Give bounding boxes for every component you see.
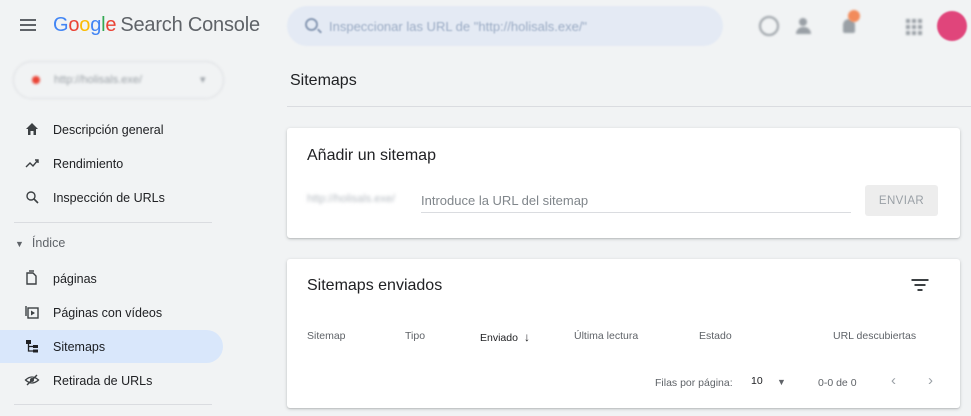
chevron-down-icon: ▾ xyxy=(200,74,206,86)
removals-icon xyxy=(24,374,40,386)
sidebar-item-pages[interactable]: páginas xyxy=(0,262,223,295)
notification-badge xyxy=(848,10,860,22)
column-header-submitted[interactable]: Enviado ↓ xyxy=(480,330,530,344)
submitted-sitemaps-card: Sitemaps enviados Sitemap Tipo Enviado ↓ … xyxy=(287,259,960,408)
sidebar-item-overview[interactable]: Descripción general xyxy=(0,113,223,146)
sidebar-section-index[interactable]: ▼ Índice xyxy=(15,236,65,250)
rows-per-page-label: Filas por página: xyxy=(655,377,733,389)
home-icon xyxy=(26,123,38,135)
trending-icon xyxy=(25,159,39,168)
property-selector[interactable]: http://holisals.exe/ ▾ xyxy=(13,61,224,99)
column-header-discovered-urls[interactable]: URL descubiertas xyxy=(833,330,916,342)
add-sitemap-title: Añadir un sitemap xyxy=(307,147,436,164)
search-icon xyxy=(305,18,318,31)
sidebar-item-label: páginas xyxy=(53,271,97,286)
sitemap-icon xyxy=(26,340,38,353)
caret-down-icon: ▼ xyxy=(15,239,24,249)
sidebar-divider xyxy=(14,222,212,223)
rows-per-page-select[interactable]: 10 xyxy=(751,375,763,387)
logo-letter: G xyxy=(53,14,69,36)
title-divider xyxy=(287,106,971,107)
sidebar-item-video-pages[interactable]: Páginas con vídeos xyxy=(0,296,223,329)
sidebar-divider xyxy=(14,404,212,405)
pages-icon xyxy=(26,270,37,285)
sidebar-item-label: Rendimiento xyxy=(53,156,124,171)
sitemap-url-input[interactable] xyxy=(421,189,851,213)
column-header-sitemap[interactable]: Sitemap xyxy=(307,330,346,342)
video-pages-icon xyxy=(25,306,39,319)
filter-icon[interactable] xyxy=(911,279,928,291)
submit-sitemap-button[interactable]: ENVIAR xyxy=(865,185,938,216)
column-header-status[interactable]: Estado xyxy=(699,330,732,342)
search-icon xyxy=(26,191,39,204)
sidebar-item-label: Páginas con vídeos xyxy=(53,305,163,320)
sidebar-item-removals[interactable]: Retirada de URLs xyxy=(0,364,223,397)
page-title: Sitemaps xyxy=(290,72,357,89)
avatar[interactable] xyxy=(937,11,967,41)
submitted-sitemaps-title: Sitemaps enviados xyxy=(307,277,443,294)
top-bar: Google Search Console xyxy=(0,0,971,52)
sidebar-item-performance[interactable]: Rendimiento xyxy=(0,147,223,180)
people-icon[interactable] xyxy=(794,16,814,36)
sitemap-url-prefix: http://holisals.exe/ xyxy=(307,193,396,205)
help-icon[interactable] xyxy=(759,16,779,36)
property-url: http://holisals.exe/ xyxy=(54,74,143,86)
logo-letter: o xyxy=(79,14,91,36)
column-header-label: Enviado xyxy=(480,332,518,344)
column-header-type[interactable]: Tipo xyxy=(405,330,425,342)
sidebar-item-label: Descripción general xyxy=(53,122,164,137)
logo-letter: g xyxy=(90,14,102,36)
property-favicon-icon xyxy=(32,76,40,84)
sidebar-item-sitemaps[interactable]: Sitemaps xyxy=(0,330,223,363)
search-bar[interactable] xyxy=(287,6,723,46)
app-logo[interactable]: Google Search Console xyxy=(53,14,260,37)
caret-down-icon[interactable]: ▼ xyxy=(777,377,786,387)
chevron-left-icon[interactable]: ‹ xyxy=(891,372,896,389)
sidebar-item-label: Retirada de URLs xyxy=(53,373,153,388)
arrow-down-icon: ↓ xyxy=(523,330,530,344)
logo-letter: e xyxy=(105,14,117,36)
sidebar-item-label: Sitemaps xyxy=(53,339,106,354)
add-sitemap-card: Añadir un sitemap http://holisals.exe/ E… xyxy=(287,128,960,238)
menu-icon[interactable] xyxy=(20,19,36,31)
pagination-range: 0-0 de 0 xyxy=(818,377,857,389)
search-input[interactable] xyxy=(329,16,689,36)
sidebar-item-url-inspection[interactable]: Inspección de URLs xyxy=(0,181,223,214)
sidebar-item-label: Inspección de URLs xyxy=(53,190,165,205)
column-header-last-read[interactable]: Última lectura xyxy=(574,330,638,342)
chevron-right-icon[interactable]: › xyxy=(928,372,933,389)
section-label: Índice xyxy=(31,236,66,250)
logo-letter: o xyxy=(68,14,80,36)
apps-icon[interactable] xyxy=(903,16,923,36)
product-name: Search Console xyxy=(120,14,260,36)
